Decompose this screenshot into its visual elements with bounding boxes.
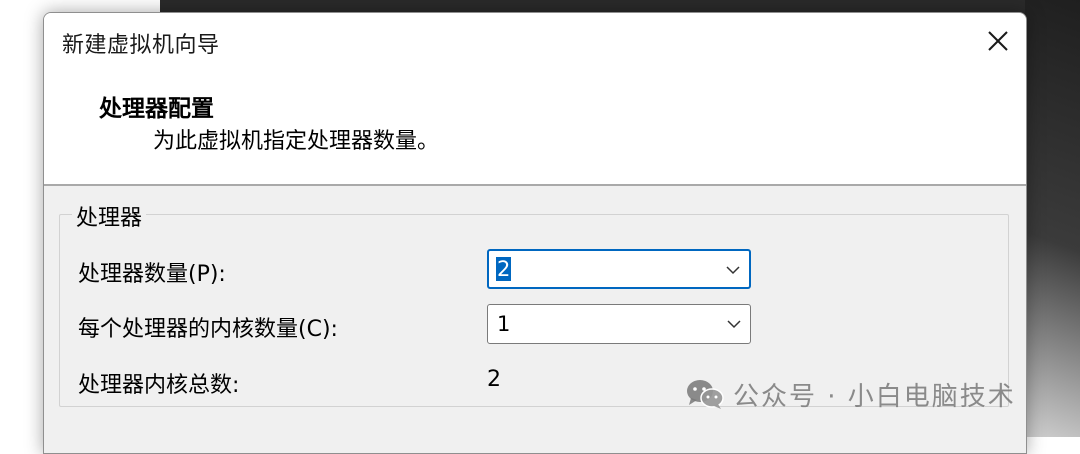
processor-count-select[interactable]: 2 — [487, 249, 751, 289]
wechat-icon — [687, 380, 724, 409]
chevron-down-icon — [727, 320, 741, 329]
watermark-text: 公众号 · 小白电脑技术 — [733, 381, 1016, 412]
window-title: 新建虚拟机向导 — [62, 33, 220, 58]
page-title: 处理器配置 — [99, 96, 214, 122]
cores-per-processor-label: 每个处理器的内核数量(C): — [78, 317, 338, 342]
processor-count-label: 处理器数量(P): — [78, 262, 226, 287]
title-bar: 新建虚拟机向导 — [44, 13, 1026, 71]
cores-per-processor-value: 1 — [497, 312, 511, 336]
cores-per-processor-select[interactable]: 1 — [487, 304, 751, 344]
processor-count-value: 2 — [496, 257, 512, 281]
page-subtitle: 为此虚拟机指定处理器数量。 — [153, 129, 440, 154]
total-cores-value: 2 — [487, 367, 501, 392]
total-cores-label: 处理器内核总数: — [78, 373, 240, 398]
processor-group-legend: 处理器 — [72, 200, 147, 232]
close-button[interactable] — [974, 19, 1022, 63]
close-icon — [988, 31, 1008, 51]
wizard-header: 处理器配置 为此虚拟机指定处理器数量。 — [44, 71, 1026, 186]
wizard-content: 处理器 处理器数量(P): 2 每个处理器的内核数量(C): 1 处理器内核总数… — [44, 186, 1026, 453]
chevron-down-icon — [726, 266, 740, 275]
watermark: 公众号 · 小白电脑技术 — [685, 376, 1016, 412]
desktop-edge — [1025, 0, 1080, 437]
